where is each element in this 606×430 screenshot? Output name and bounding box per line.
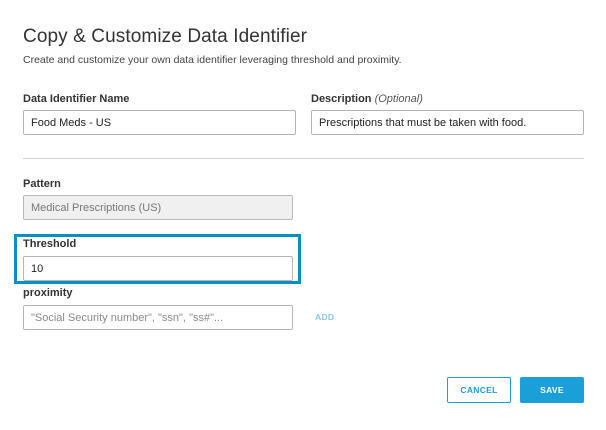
- description-input[interactable]: [311, 110, 584, 135]
- dialog-subtitle: Create and customize your own data ident…: [23, 54, 402, 66]
- threshold-input[interactable]: [23, 256, 293, 281]
- pattern-label: Pattern: [23, 178, 61, 190]
- proximity-label: proximity: [23, 287, 73, 299]
- section-divider: [23, 158, 584, 159]
- data-identifier-name-input[interactable]: [23, 110, 296, 135]
- add-proximity-link[interactable]: ADD: [315, 312, 334, 322]
- save-button[interactable]: SAVE: [520, 377, 584, 403]
- proximity-input[interactable]: [23, 305, 293, 330]
- dialog-title: Copy & Customize Data Identifier: [23, 26, 308, 47]
- name-label: Data Identifier Name: [23, 93, 129, 105]
- name-label-text: Data Identifier Name: [23, 93, 130, 105]
- pattern-input: [23, 195, 293, 220]
- description-label-text: Description: [311, 93, 372, 105]
- cancel-button[interactable]: CANCEL: [447, 377, 511, 403]
- description-label: Description (Optional): [311, 93, 423, 105]
- threshold-label: Threshold: [23, 238, 77, 250]
- optional-tag: (Optional): [374, 93, 423, 105]
